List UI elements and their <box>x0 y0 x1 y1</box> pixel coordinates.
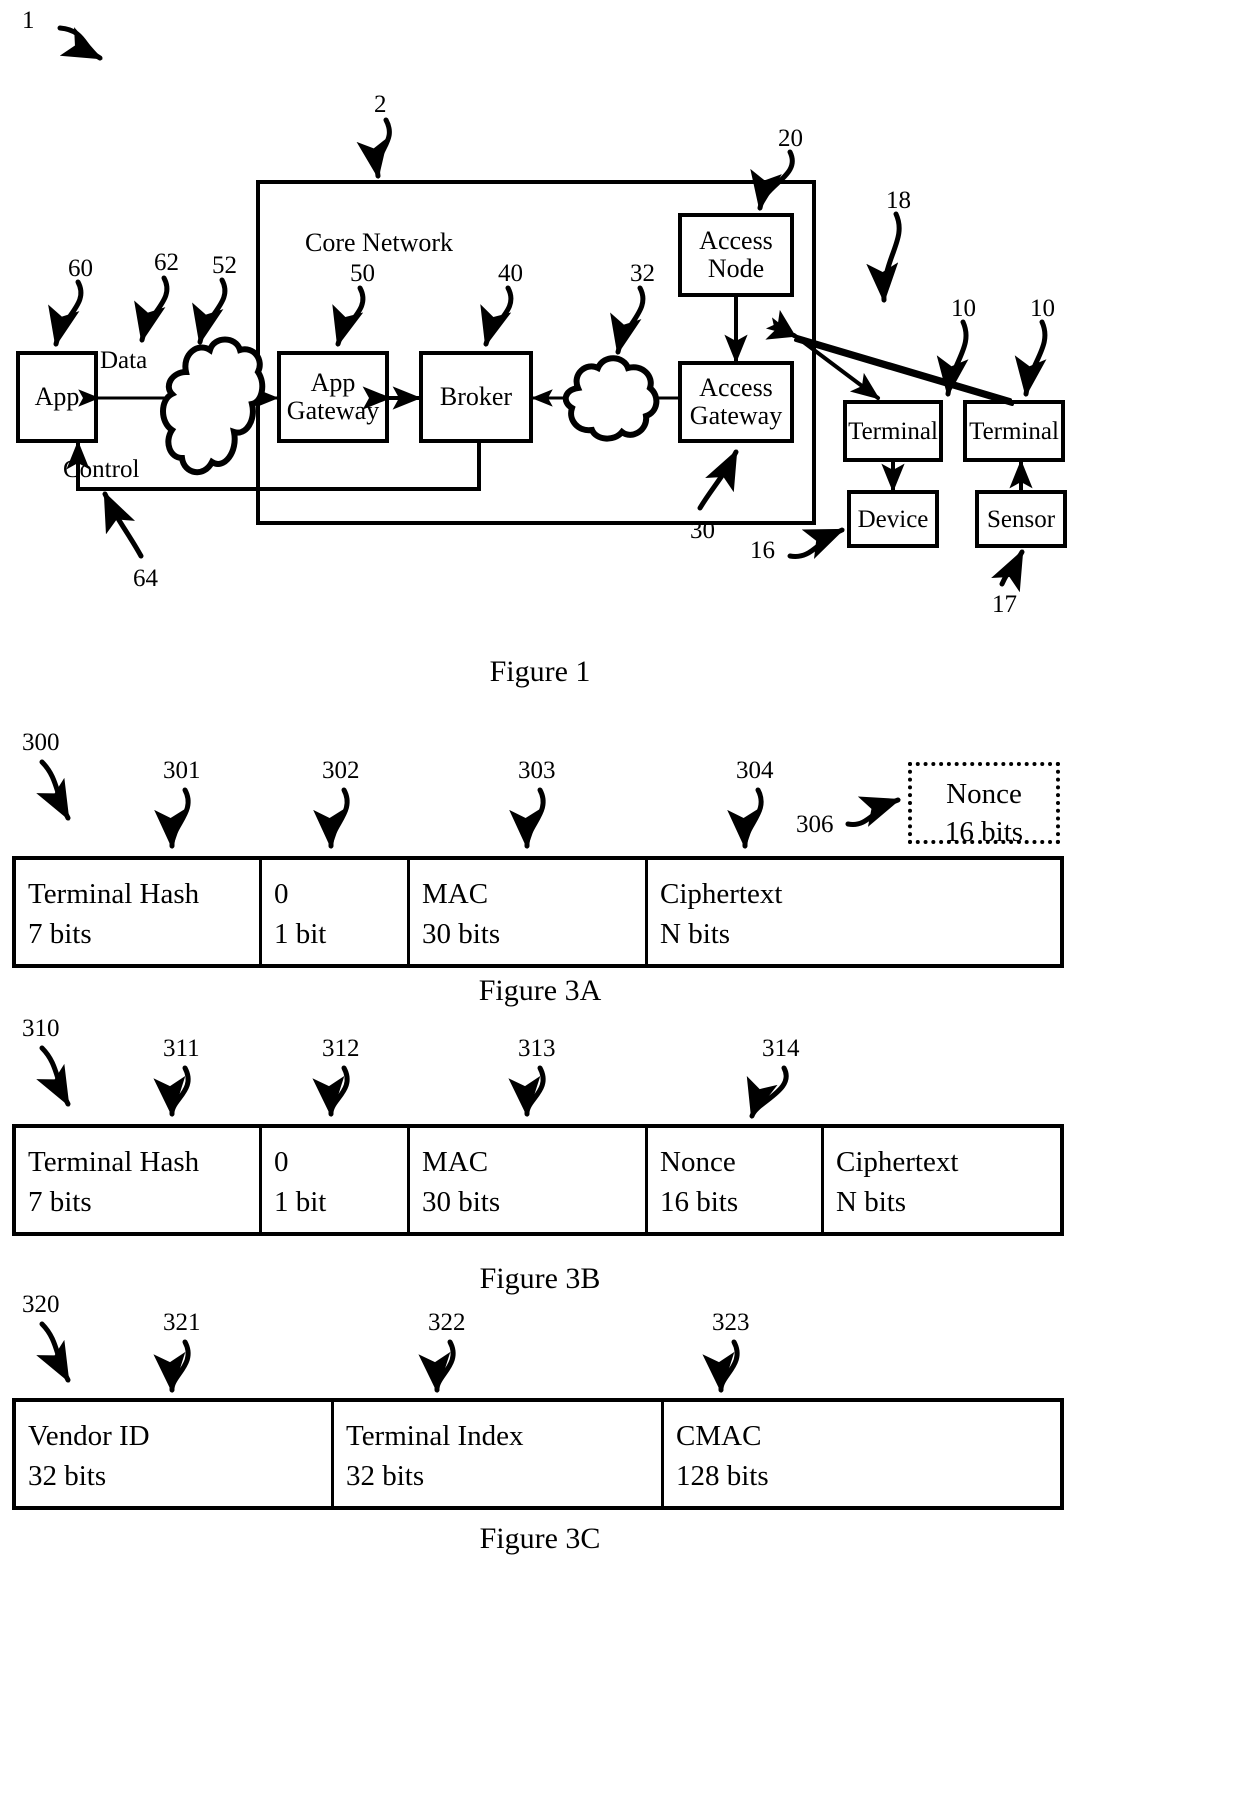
node-terminal-2[interactable]: Terminal <box>963 400 1065 462</box>
packet-3a-nonce-size: 16 bits <box>944 815 1024 848</box>
patent-drawing-sheet: 1 2 20 18 10 10 60 62 52 50 40 32 30 64 … <box>0 0 1240 1794</box>
ref-app: 60 <box>68 255 93 282</box>
node-device-label: Device <box>857 505 929 533</box>
ref-core-network: 2 <box>374 91 387 118</box>
ref-field-322: 322 <box>428 1309 466 1336</box>
ref-control-link: 64 <box>133 565 158 592</box>
node-access-node[interactable]: Access Node <box>678 213 794 297</box>
ref-field-314: 314 <box>762 1035 800 1062</box>
ref-field-321: 321 <box>163 1309 201 1336</box>
ref-system: 1 <box>22 7 35 34</box>
ref-air-interface: 18 <box>886 187 911 214</box>
node-broker[interactable]: Broker <box>419 351 533 443</box>
ref-packet-320: 320 <box>22 1291 60 1318</box>
packet-3c-field-vendor-id: Vendor ID 32 bits <box>16 1402 334 1506</box>
node-device[interactable]: Device <box>847 490 939 548</box>
ref-field-303: 303 <box>518 757 556 784</box>
node-terminal-2-label: Terminal <box>969 417 1059 445</box>
node-app-gateway-label: App Gateway <box>286 367 380 425</box>
packet-3b-field-ciphertext: Ciphertext N bits <box>836 1146 959 1219</box>
node-broker-label: Broker <box>439 381 513 411</box>
figure-3b-caption: Figure 3B <box>479 1262 601 1295</box>
node-sensor-label: Sensor <box>986 505 1056 533</box>
node-sensor[interactable]: Sensor <box>975 490 1067 548</box>
packet-3c: Vendor ID 32 bits Terminal Index 32 bits… <box>12 1398 1064 1510</box>
packet-3a-field-ciphertext: Ciphertext N bits <box>660 878 783 951</box>
node-access-gateway-label: Access Gateway <box>689 372 783 430</box>
ref-terminal-2: 10 <box>1030 295 1055 322</box>
ref-cloud-left: 52 <box>212 252 237 279</box>
ref-device: 16 <box>750 537 775 564</box>
ref-field-304: 304 <box>736 757 774 784</box>
node-terminal-1[interactable]: Terminal <box>843 400 943 462</box>
ref-sensor: 17 <box>992 591 1017 618</box>
link-label-control: Control <box>63 456 140 483</box>
packet-3b-field-zero: 0 1 bit <box>262 1128 410 1232</box>
packet-3a-nonce-detached: Nonce 16 bits <box>908 762 1060 848</box>
node-terminal-1-label: Terminal <box>848 417 938 445</box>
figure-3c-caption: Figure 3C <box>479 1522 601 1555</box>
ref-field-302: 302 <box>322 757 360 784</box>
link-label-data: Data <box>100 347 148 374</box>
packet-3c-field-terminal-index: Terminal Index 32 bits <box>334 1402 664 1506</box>
packet-3a: Terminal Hash 7 bits 0 1 bit MAC 30 bits… <box>12 856 1064 968</box>
packet-3a-field-mac: MAC 30 bits <box>410 860 648 964</box>
node-app-gateway[interactable]: App Gateway <box>277 351 389 443</box>
packet-3b-field-nonce: Nonce 16 bits <box>648 1128 824 1232</box>
packet-3b-field-mac: MAC 30 bits <box>410 1128 648 1232</box>
figure-1-caption: Figure 1 <box>489 655 591 688</box>
packet-3a-field-zero: 0 1 bit <box>262 860 410 964</box>
ref-field-301: 301 <box>163 757 201 784</box>
node-app[interactable]: App <box>16 351 98 443</box>
packet-3b-field-terminal-hash: Terminal Hash 7 bits <box>16 1128 262 1232</box>
ref-packet-310: 310 <box>22 1015 60 1042</box>
figure-3a-caption: Figure 3A <box>478 974 602 1007</box>
ref-field-313: 313 <box>518 1035 556 1062</box>
ref-field-306: 306 <box>796 811 834 838</box>
packet-3c-field-cmac: CMAC 128 bits <box>676 1420 769 1493</box>
node-access-node-label: Access Node <box>699 225 773 283</box>
ref-access-node: 20 <box>778 125 803 152</box>
ref-field-323: 323 <box>712 1309 750 1336</box>
packet-3b: Terminal Hash 7 bits 0 1 bit MAC 30 bits… <box>12 1124 1064 1236</box>
packet-3a-field-terminal-hash: Terminal Hash 7 bits <box>16 860 262 964</box>
ref-data-link: 62 <box>154 249 179 276</box>
ref-field-311: 311 <box>163 1035 200 1062</box>
node-app-label: App <box>34 381 80 411</box>
ref-field-312: 312 <box>322 1035 360 1062</box>
ref-terminal-1: 10 <box>951 295 976 322</box>
node-access-gateway[interactable]: Access Gateway <box>678 361 794 443</box>
packet-3a-nonce-name: Nonce <box>946 778 1022 810</box>
ref-packet-300: 300 <box>22 729 60 756</box>
core-network-title: Core Network <box>305 228 454 257</box>
